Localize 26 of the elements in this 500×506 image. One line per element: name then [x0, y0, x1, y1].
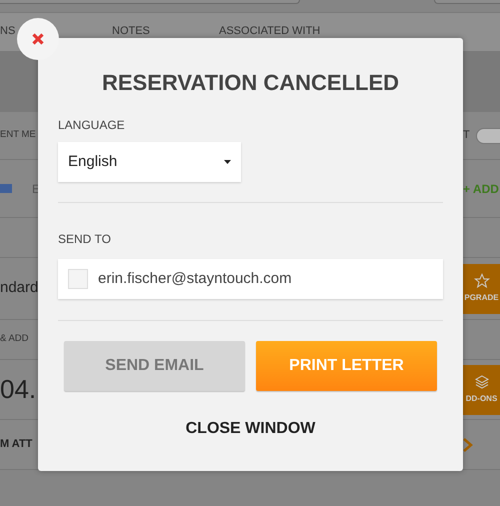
close-window-link[interactable]: CLOSE WINDOW: [186, 417, 316, 441]
chevron-icon[interactable]: [463, 438, 473, 452]
dialog-title: RESERVATION CANCELLED: [100, 69, 400, 97]
star-icon: [474, 273, 490, 289]
room-type-text: ndard: [0, 278, 38, 298]
close-icon: [32, 33, 44, 45]
email-text: erin.fischer@stayntouch.com: [98, 268, 292, 289]
tab[interactable]: NOTES: [112, 23, 219, 40]
recipient-row[interactable]: erin.fischer@stayntouch.com: [58, 259, 443, 299]
send-to-label: SEND TO: [58, 231, 112, 248]
upgrade-tile[interactable]: PGRADE: [463, 264, 500, 314]
checkbox[interactable]: [68, 269, 88, 289]
toggle-label: T: [463, 128, 470, 144]
language-label: LANGUAGE: [58, 117, 126, 134]
credit-card-icon: [0, 184, 12, 193]
layers-icon: [474, 374, 490, 390]
toggle-switch[interactable]: [476, 128, 500, 144]
tab[interactable]: ASSOCIATED WITH: [219, 23, 320, 40]
section-label: ENT ME: [0, 128, 36, 142]
section-heading: M ATT: [0, 437, 32, 452]
add-ons-tile[interactable]: DD-ONS: [463, 364, 500, 414]
print-letter-button[interactable]: PRINT LETTER: [256, 341, 437, 391]
language-select[interactable]: English: [58, 142, 241, 182]
section-label: & ADD: [0, 332, 29, 346]
amount-text: 04.: [0, 373, 36, 406]
tab[interactable]: NS: [0, 23, 112, 40]
